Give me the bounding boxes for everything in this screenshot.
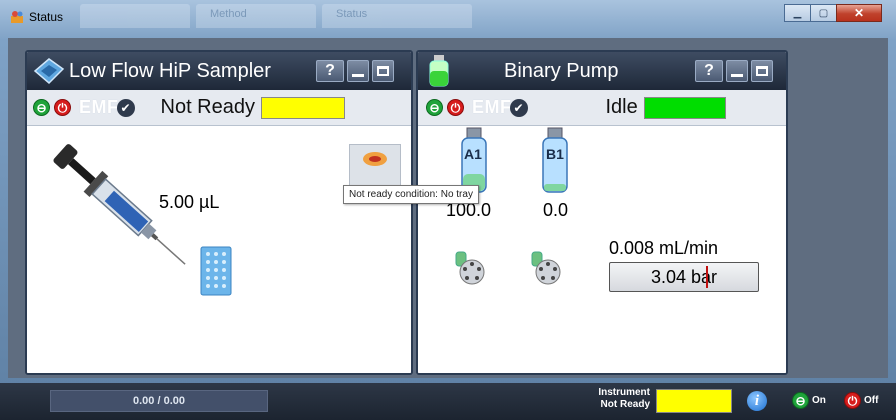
solvent-a-bottle[interactable]: A1: [460, 126, 488, 194]
ghost-tab-3: Status: [322, 4, 472, 28]
sampler-emf-check-icon[interactable]: ✔: [116, 98, 135, 117]
sampler-maximize-button[interactable]: [372, 60, 394, 82]
valve-a-icon[interactable]: [452, 250, 488, 286]
solvent-b-value: 0.0: [543, 200, 569, 220]
window-controls: ▁ ▢ ✕: [784, 4, 882, 22]
on-icon: ⊖: [792, 392, 809, 409]
app-icon: [10, 10, 24, 24]
background-tabs: Method Status: [80, 4, 472, 28]
solvent-b-label: B1: [546, 146, 564, 162]
tray-icon[interactable]: [349, 144, 401, 188]
solvent-bottle-icon: [428, 55, 450, 87]
pump-body: A1 100.0 B1 0.0 0.008 mL/min 3.04 bar: [418, 126, 786, 373]
status-bottom-bar: 0.00 / 0.00 Instrument Not Ready i ⊖ On …: [0, 383, 896, 420]
pump-emf-check-icon[interactable]: ✔: [509, 98, 528, 117]
pump-minimize-button[interactable]: [726, 60, 748, 82]
pump-header: Binary Pump ?: [418, 52, 786, 90]
sampler-help-button[interactable]: ?: [316, 60, 344, 82]
pump-flow: 0.008 mL/min: [609, 238, 719, 258]
pump-status-indicator: [643, 96, 726, 119]
minimize-button[interactable]: ▁: [784, 4, 811, 22]
sampler-icon: [33, 57, 65, 85]
sampler-volume: 5.00 µL: [159, 192, 220, 212]
sampler-minimize-button[interactable]: [347, 60, 369, 82]
sampler-status-text: Not Ready: [160, 96, 256, 118]
ghost-tab-2: Method: [196, 4, 316, 28]
pump-status-text: Idle: [605, 96, 638, 118]
instrument-label-line1: Instrument: [598, 387, 650, 398]
pump-status-bar: ⊖ ⏻ EMF ✔ Idle: [418, 90, 786, 126]
pump-on-icon[interactable]: ⊖: [426, 99, 443, 116]
sampler-emf-label: EMF: [79, 97, 119, 117]
instrument-status-indicator: [656, 389, 732, 413]
window-title: Status: [29, 10, 64, 24]
ghost-tab-1: [80, 4, 190, 28]
maximize-button[interactable]: ▢: [810, 4, 837, 22]
info-icon[interactable]: i: [747, 391, 767, 411]
run-progress: 0.00 / 0.00: [50, 390, 268, 412]
pump-title: Binary Pump: [504, 59, 619, 82]
solvent-b-bottle[interactable]: B1: [541, 126, 569, 194]
sampler-body: 5.00 µL: [27, 126, 411, 373]
close-button[interactable]: ✕: [836, 4, 882, 22]
pump-off-icon[interactable]: ⏻: [447, 99, 464, 116]
sampler-status-indicator: [261, 96, 345, 119]
pressure-limit-marker: [706, 266, 708, 288]
pump-maximize-button[interactable]: [751, 60, 773, 82]
instrument-label-line2: Not Ready: [600, 399, 650, 410]
pump-emf-label: EMF: [472, 97, 512, 117]
sampler-title: Low Flow HiP Sampler: [69, 59, 271, 82]
sampler-status-bar: ⊖ ⏻ EMF ✔ Not Ready: [27, 90, 411, 126]
sampler-on-icon[interactable]: ⊖: [33, 99, 50, 116]
title-bar: Status Method Status ▁ ▢ ✕: [0, 0, 896, 34]
solvent-a-label: A1: [464, 146, 482, 162]
instrument-status-label: Instrument Not Ready: [556, 387, 650, 411]
valve-b-icon[interactable]: [528, 250, 564, 286]
pump-module: Binary Pump ? ⊖ ⏻ EMF ✔ Idle A1 100.0 B1…: [416, 50, 788, 375]
on-label: On: [812, 395, 826, 406]
well-plate-icon: [200, 246, 232, 296]
off-icon: ⏻: [844, 392, 861, 409]
instrument-off-button[interactable]: ⏻ Off: [844, 392, 878, 409]
pressure-gauge: 3.04 bar: [609, 262, 759, 292]
status-window: Status Method Status ▁ ▢ ✕ Low Flow HiP …: [0, 0, 896, 420]
dashboard-area: Low Flow HiP Sampler ? ⊖ ⏻ EMF ✔ Not Rea…: [8, 38, 888, 378]
instrument-on-button[interactable]: ⊖ On: [792, 392, 826, 409]
sampler-header: Low Flow HiP Sampler ?: [27, 52, 411, 90]
not-ready-tooltip: Not ready condition: No tray: [343, 185, 479, 204]
sampler-off-icon[interactable]: ⏻: [54, 99, 71, 116]
pump-help-button[interactable]: ?: [695, 60, 723, 82]
off-label: Off: [864, 395, 879, 406]
sampler-module: Low Flow HiP Sampler ? ⊖ ⏻ EMF ✔ Not Rea…: [25, 50, 413, 375]
